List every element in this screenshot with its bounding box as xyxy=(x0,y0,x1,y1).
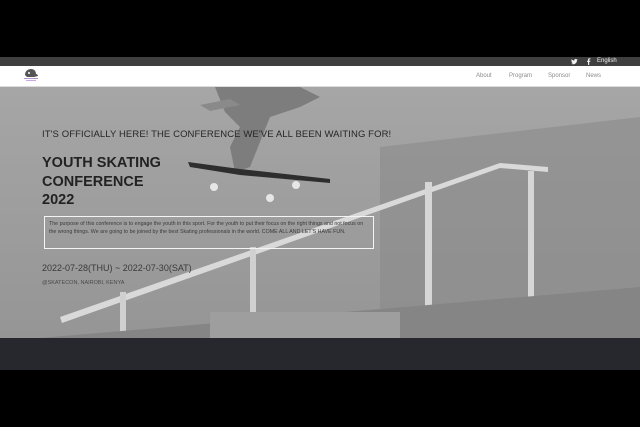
language-selector[interactable]: English xyxy=(597,57,617,66)
hero-title-line-2: CONFERENCE xyxy=(42,173,144,190)
description-box: The purpose of this conference is to eng… xyxy=(44,216,374,249)
nav-sponsor[interactable]: Sponsor xyxy=(548,66,570,86)
hero-title-line-3: 2022 xyxy=(42,192,75,208)
hero-description: The purpose of this conference is to eng… xyxy=(49,221,364,235)
main-navigation: About Program Sponsor News xyxy=(0,66,640,87)
facebook-icon[interactable] xyxy=(586,57,591,66)
hero-tagline: IT'S OFFICIALLY HERE! THE CONFERENCE WE'… xyxy=(42,129,392,140)
nav-news[interactable]: News xyxy=(586,66,601,86)
site-logo[interactable] xyxy=(20,67,42,85)
browser-viewport: English About Program Sponsor News IT'S … xyxy=(0,57,640,370)
nav-about[interactable]: About xyxy=(476,66,492,86)
event-venue: @SKATECON, NAIROBI, KENYA xyxy=(42,280,125,286)
top-social-bar: English xyxy=(0,57,640,66)
hero-section: IT'S OFFICIALLY HERE! THE CONFERENCE WE'… xyxy=(0,87,640,338)
event-dates: 2022-07-28(THU) ~ 2022-07-30(SAT) xyxy=(42,263,192,273)
nav-program[interactable]: Program xyxy=(509,66,532,86)
dark-section-band xyxy=(0,338,640,370)
hero-title-line-1: YOUTH SKATING xyxy=(42,155,161,171)
twitter-icon[interactable] xyxy=(571,57,578,66)
hero-background-image xyxy=(0,87,640,338)
hero-title: YOUTH SKATING CONFERENCE 2022 xyxy=(42,154,232,210)
